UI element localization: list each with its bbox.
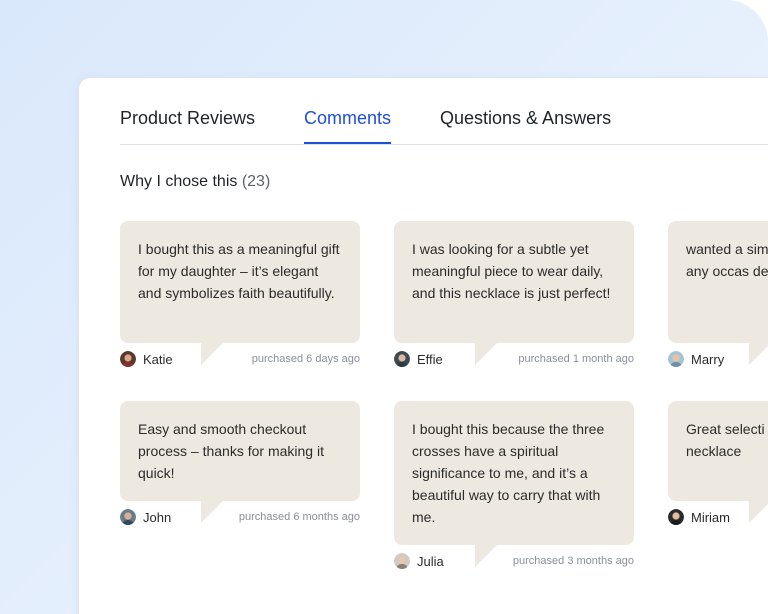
reviews-card: Product Reviews Comments Questions & Ans… (78, 77, 768, 614)
purchase-time: purchased 6 months ago (238, 511, 360, 523)
review-card: Great selecti checkout. Ca new necklace … (668, 401, 768, 530)
purchase-time: purchased 6 days ago (251, 353, 360, 365)
review-meta: Effie purchased 1 month ago (394, 346, 634, 372)
tab-product-reviews[interactable]: Product Reviews (120, 108, 255, 144)
avatar (394, 351, 410, 367)
review-bubble: I bought this because the three crosses … (394, 401, 634, 567)
review-bubble: Easy and smooth checkout process – thank… (120, 401, 360, 523)
review-meta: Katie purchased 6 days ago (120, 346, 360, 372)
reviewer-name: Effie (417, 351, 443, 367)
tab-comments[interactable]: Comments (304, 108, 392, 144)
review-text: I was looking for a subtle yet meaningfu… (412, 241, 611, 301)
section-title: Why I chose this (23) (120, 173, 270, 191)
review-meta: John purchased 6 months ago (120, 504, 360, 530)
reviewer-name: Katie (143, 351, 173, 367)
review-count: (23) (241, 173, 271, 190)
review-bubble: wanted a sim gold necklace for any occas… (668, 221, 768, 365)
avatar (668, 509, 684, 525)
avatar (668, 351, 684, 367)
purchase-time: purchased 1 month ago (518, 353, 634, 365)
review-card: Easy and smooth checkout process – thank… (120, 401, 360, 530)
background-frame: Product Reviews Comments Questions & Ans… (0, 0, 768, 614)
review-text: wanted a sim gold necklace for any occas… (686, 241, 768, 279)
review-card: wanted a sim gold necklace for any occas… (668, 221, 768, 372)
review-card: I bought this because the three crosses … (394, 401, 634, 574)
review-bubble: Great selecti checkout. Ca new necklace (668, 401, 768, 523)
review-text: Easy and smooth checkout process – thank… (138, 421, 324, 481)
review-text: I bought this as a meaningful gift for m… (138, 241, 340, 301)
purchase-time: purchased 3 months ago (512, 555, 634, 567)
avatar (394, 553, 410, 569)
review-text: Great selecti checkout. Ca new necklace (686, 421, 768, 459)
review-card: I was looking for a subtle yet meaningfu… (394, 221, 634, 372)
review-meta: Marry (668, 346, 768, 372)
review-bubble: I was looking for a subtle yet meaningfu… (394, 221, 634, 365)
review-text: I bought this because the three crosses … (412, 421, 605, 525)
review-bubble: I bought this as a meaningful gift for m… (120, 221, 360, 365)
reviewer-name: Julia (417, 553, 444, 569)
review-meta: Julia purchased 3 months ago (394, 548, 634, 574)
reviewer-name: Miriam (691, 509, 730, 525)
review-meta: Miriam (668, 504, 768, 530)
tab-questions-answers[interactable]: Questions & Answers (440, 108, 611, 144)
avatar (120, 509, 136, 525)
review-card: I bought this as a meaningful gift for m… (120, 221, 360, 372)
avatar (120, 351, 136, 367)
section-title-text: Why I chose this (120, 173, 238, 190)
reviewer-name: John (143, 509, 172, 525)
tab-bar: Product Reviews Comments Questions & Ans… (120, 78, 768, 145)
reviewer-name: Marry (691, 351, 725, 367)
